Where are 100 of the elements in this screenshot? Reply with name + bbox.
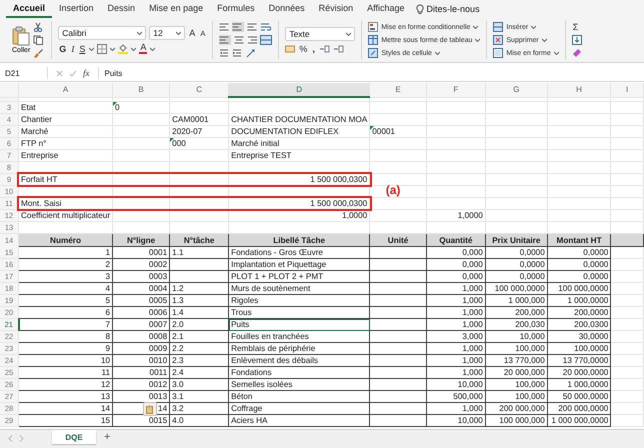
table-cell: 2.4 [170,366,229,378]
table-cell: 20 000,000 [485,366,548,378]
table-cell: 00001 [370,126,426,138]
ribbon-tab[interactable]: Données [262,0,312,18]
table-cell: 0 [112,102,170,114]
table-header-cell: Montant HT [547,234,611,246]
fill-bucket-icon[interactable] [118,43,128,54]
table-cell: 4.0 [170,414,229,426]
thousands-separator-button[interactable]: , [311,44,316,54]
formula-field[interactable]: Puits [98,67,122,79]
table-cell: 0010 [112,354,170,366]
column-header[interactable]: E [370,83,426,97]
table-header-cell: Prix Unitaire [485,234,548,246]
table-cell: 0012 [112,378,170,390]
paintbrush-icon[interactable] [33,48,44,58]
table-cell: 14 [18,402,113,414]
ribbon-tab[interactable]: Mise en page [142,0,210,18]
table-cell: 1.1 [170,246,229,258]
sheet-tab[interactable]: DQE [52,430,96,444]
table-cell: 2020-07 [170,126,229,138]
table-cell: 0007 [112,318,170,330]
table-cell: 1 500 000,0300 [228,198,370,210]
decrease-decimal-icon[interactable] [332,44,344,54]
table-cell: 1,000 [426,354,486,366]
selected-table-cell[interactable]: Puits [228,318,370,330]
align-center-icon[interactable] [234,35,244,45]
add-sheet-button[interactable]: + [96,430,118,444]
ribbon-tab[interactable]: Affichage [360,0,412,18]
tell-me-label[interactable]: Dites-le-nous [426,4,480,14]
column-header[interactable]: B [112,83,170,97]
table-cell: PLOT 1 + PLOT 2 + PMT [228,270,370,282]
borders-icon[interactable] [97,44,108,54]
font-color-button[interactable]: A [139,43,148,54]
text-orientation-icon[interactable] [245,48,258,58]
ribbon-tab[interactable]: Insertion [52,0,101,18]
italic-button[interactable]: I [70,44,76,54]
underline-button[interactable]: S [78,44,86,54]
column-header[interactable]: D [228,83,370,97]
table-cell: Marché [18,126,113,138]
table-cell: 0004 [112,282,170,294]
table-cell: 2.3 [170,354,229,366]
table-cell: 9 [18,342,113,354]
caret-icon [131,46,136,50]
table-cell: 100,0000 [547,342,611,354]
align-left-icon[interactable] [219,35,232,45]
table-cell: 1 000 000,0000 [547,414,611,426]
table-icon [493,35,504,45]
table-cell: Murs de soutènement [228,282,370,294]
align-top-icon[interactable] [219,22,230,32]
table-cell: 0002 [112,258,170,270]
table-cell: FTP n° [18,138,113,150]
column-header[interactable]: G [485,83,548,97]
column-header[interactable]: A [18,83,113,97]
column-header[interactable]: C [170,83,229,97]
styles-icon [368,35,378,45]
scissors-icon[interactable] [33,22,44,32]
align-right-icon[interactable] [247,35,258,45]
column-header[interactable]: H [547,83,611,97]
number-format-dropdown[interactable]: Texte [285,26,356,40]
table-cell: 1 000,0000 [547,378,611,390]
table-cell: CHANTIER DOCUMENTATION MOA [228,114,370,126]
merge-cells-icon[interactable] [260,35,272,45]
table-cell: Rigoles [228,294,370,306]
table-cell: 10 [18,354,113,366]
caret-icon [542,38,547,42]
font-name-dropdown[interactable]: Calibri [58,26,146,40]
font-size-dropdown[interactable]: 12 [149,26,186,40]
decrease-indent-icon[interactable] [219,48,230,58]
styles-icon [368,48,378,58]
table-cell: 100 000,000 [485,414,548,426]
table-cell: 11 [18,366,113,378]
caret-icon [150,46,156,50]
align-bottom-icon[interactable] [247,22,258,32]
bold-button[interactable]: G [58,44,68,54]
table-cell: 100,000 [485,342,548,354]
table-cell: 1 000,000 [485,294,548,306]
increase-indent-icon[interactable] [232,48,242,58]
table-cell: 000 [170,138,229,150]
percent-button[interactable]: % [298,44,308,54]
ribbon-tab[interactable]: Révision [312,0,360,18]
name-box[interactable]: D21 [0,67,48,79]
align-middle-icon[interactable] [232,22,244,32]
table-cell: DOCUMENTATION EDIFLEX [228,126,370,138]
column-header[interactable]: F [426,83,486,97]
increase-decimal-icon[interactable] [318,44,330,54]
insert-function-button[interactable]: fx [83,68,90,78]
autosum-button[interactable]: Σ [572,22,582,32]
ribbon-tab[interactable]: Dessin [100,0,142,18]
copy-icon[interactable] [33,35,46,45]
currency-icon[interactable] [285,44,296,54]
fill-down-icon[interactable] [572,35,582,45]
caret-icon [475,38,480,42]
table-cell: Fondations - Gros Œuvre [228,246,370,258]
increase-font-button[interactable]: A [188,28,196,38]
ribbon-tab[interactable]: Formules [210,0,262,18]
column-header[interactable]: I [610,83,644,97]
table-cell: 13 770,000 [485,354,548,366]
wrap-text-icon[interactable] [260,22,272,32]
eraser-icon[interactable] [572,48,582,58]
paste-options-icon[interactable] [146,404,154,414]
